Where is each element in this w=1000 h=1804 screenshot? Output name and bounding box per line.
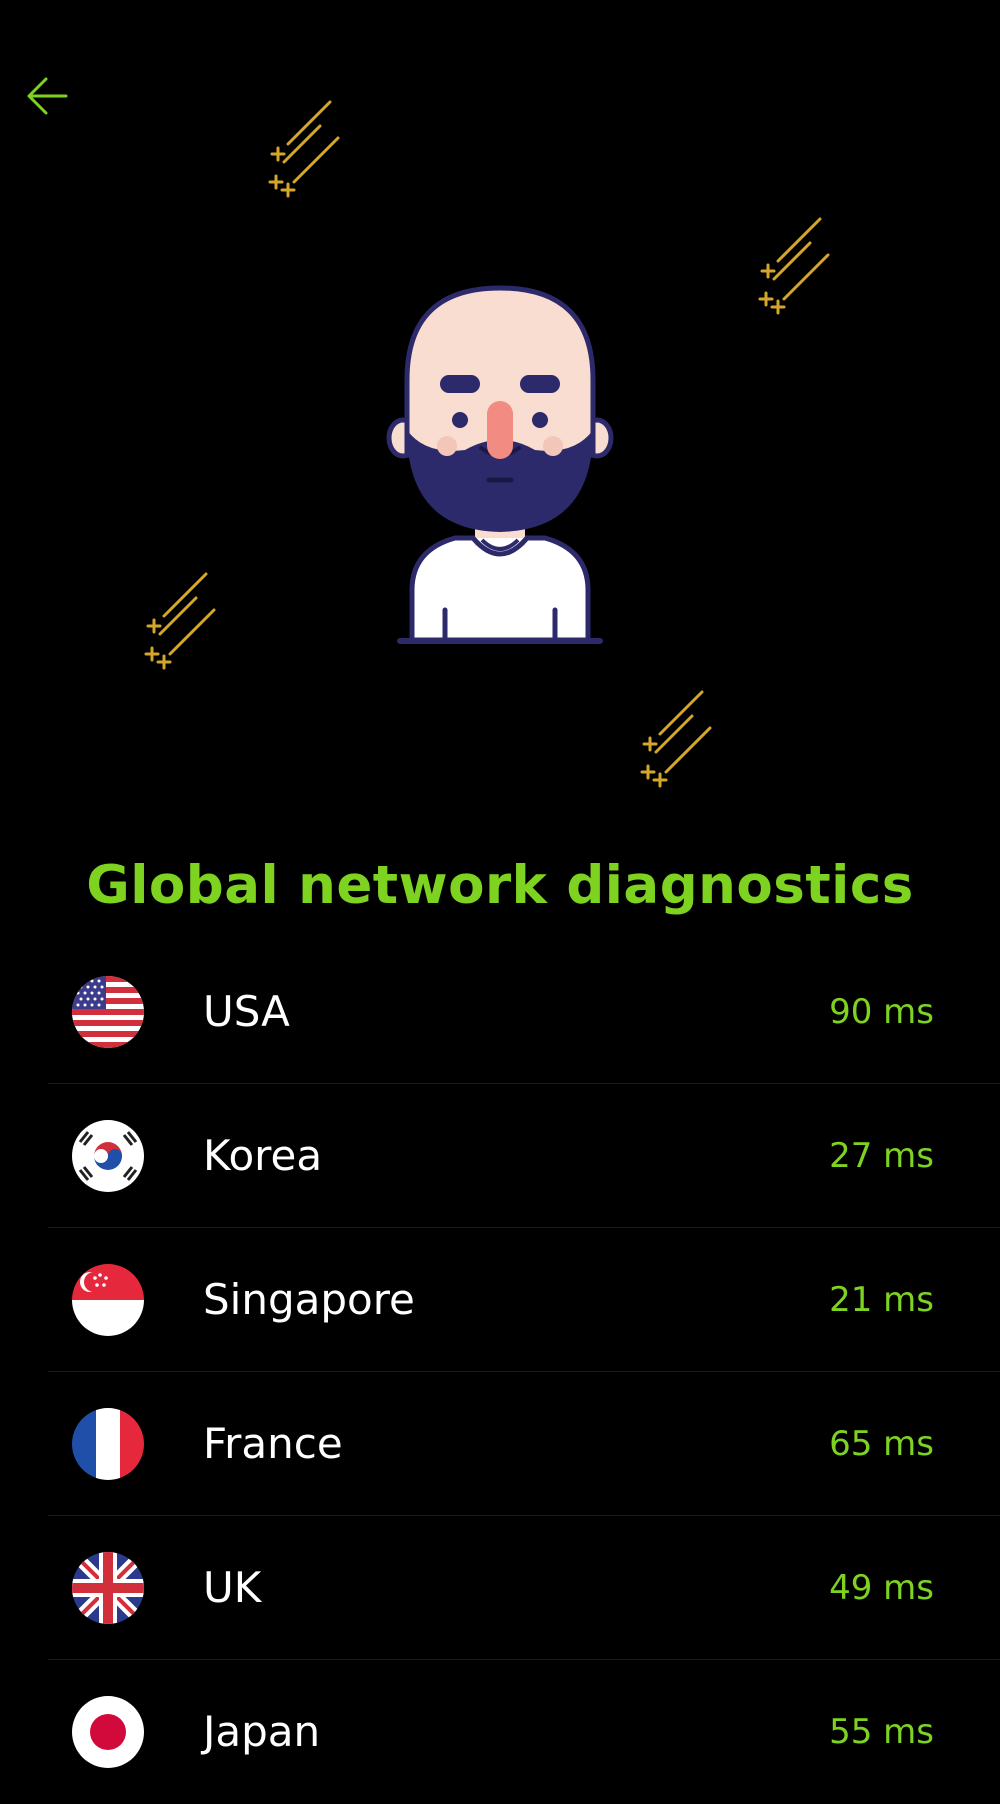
flag-japan-icon: [72, 1696, 144, 1768]
country-name: Korea: [203, 1131, 323, 1180]
flag-uk-icon: [72, 1552, 144, 1624]
latency-value: 90 ms: [829, 992, 934, 1032]
country-name: USA: [203, 987, 290, 1036]
list-item[interactable]: Japan 55 ms: [0, 1660, 1000, 1804]
page-title: Global network diagnostics: [86, 855, 914, 916]
list-item[interactable]: France 65 ms: [0, 1372, 1000, 1516]
latency-value: 21 ms: [829, 1280, 934, 1320]
flag-korea-icon: [72, 1120, 144, 1192]
flag-usa-icon: [72, 976, 144, 1048]
latency-value: 55 ms: [829, 1712, 934, 1752]
shooting-star-icon: [144, 570, 224, 670]
latency-value: 65 ms: [829, 1424, 934, 1464]
shooting-star-icon: [758, 215, 838, 315]
shooting-star-icon: [268, 98, 348, 198]
bearded-man-avatar: [385, 280, 615, 645]
arrow-left-icon: [27, 77, 68, 115]
flag-singapore-icon: [72, 1264, 144, 1336]
latency-value: 49 ms: [829, 1568, 934, 1608]
list-item[interactable]: Korea 27 ms: [0, 1084, 1000, 1228]
country-name: France: [203, 1419, 343, 1468]
flag-france-icon: [72, 1408, 144, 1480]
country-name: Japan: [203, 1707, 321, 1756]
list-item[interactable]: USA 90 ms: [0, 940, 1000, 1084]
back-button[interactable]: [22, 70, 74, 122]
country-name: Singapore: [203, 1275, 415, 1324]
latency-value: 27 ms: [829, 1136, 934, 1176]
country-name: UK: [203, 1563, 262, 1612]
list-item[interactable]: UK 49 ms: [0, 1516, 1000, 1660]
list-item[interactable]: Singapore 21 ms: [0, 1228, 1000, 1372]
server-list: USA 90 ms Korea 27 ms Singapore 21 ms Fr…: [0, 940, 1000, 1804]
shooting-star-icon: [640, 688, 720, 788]
